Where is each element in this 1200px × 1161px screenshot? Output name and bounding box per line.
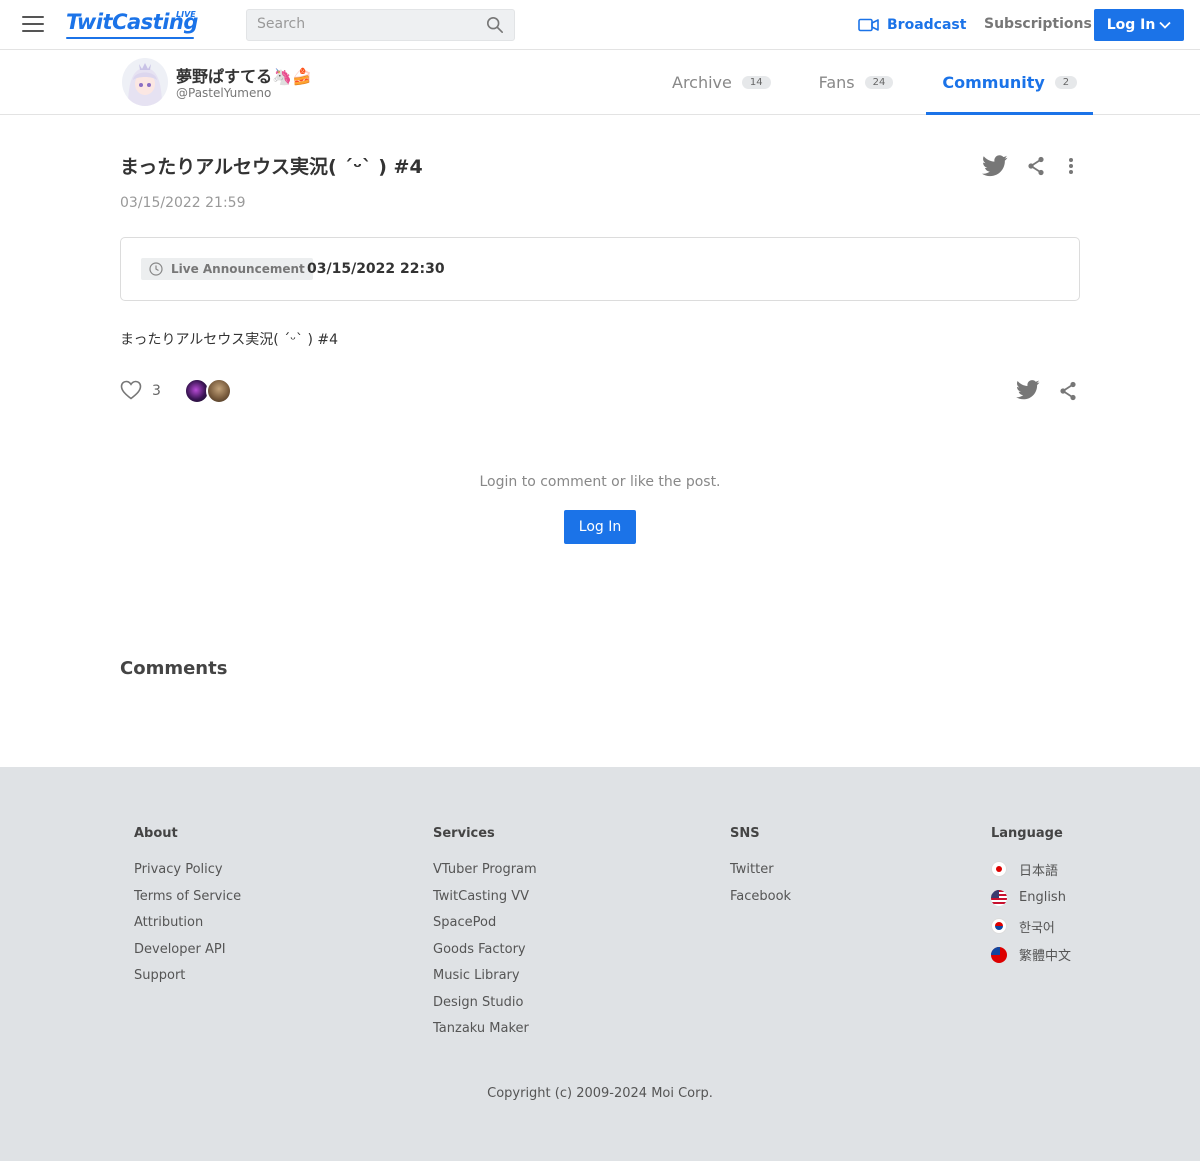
- tab-label: Fans: [818, 72, 855, 92]
- footer-link[interactable]: Support: [134, 968, 241, 995]
- live-announcement-label: Live Announcement: [171, 262, 305, 276]
- clock-icon: [149, 262, 163, 276]
- search-box: [246, 9, 515, 41]
- post-title: まったりアルセウス実況( ˊᵕˋ ) #4: [120, 156, 423, 178]
- header-login-button[interactable]: Log In: [1094, 9, 1184, 41]
- language-label: 繁體中文: [1019, 949, 1072, 965]
- post-date: 03/15/2022 21:59: [120, 195, 246, 211]
- avatar[interactable]: [122, 58, 168, 106]
- twitter-icon[interactable]: [982, 155, 1008, 177]
- logo-live-label: LIVE: [176, 10, 196, 19]
- search-input[interactable]: [257, 16, 477, 32]
- footer-link[interactable]: Music Library: [433, 968, 537, 995]
- footer-link[interactable]: Privacy Policy: [134, 862, 241, 889]
- footer-sns: SNS Twitter Facebook: [730, 826, 791, 915]
- tab-archive[interactable]: Archive 14: [656, 50, 787, 114]
- footer-about: About Privacy Policy Terms of Service At…: [134, 826, 241, 995]
- live-announcement-time: 03/15/2022 22:30: [307, 261, 445, 277]
- footer-link[interactable]: Attribution: [134, 915, 241, 942]
- footer-heading: Services: [433, 826, 495, 841]
- profile-bar: 夢野ぱすてる🦄🍰 @PastelYumeno Archive 14 Fans 2…: [0, 50, 1200, 115]
- post-actions: [982, 153, 1082, 179]
- broadcast-label: Broadcast: [887, 17, 967, 33]
- profile-tabs: Archive 14 Fans 24 Community 2: [656, 50, 1093, 115]
- language-label: 日本語: [1019, 863, 1059, 879]
- tab-count-badge: 2: [1054, 75, 1078, 89]
- live-announcement-card: Live Announcement 03/15/2022 22:30: [120, 237, 1080, 301]
- subscriptions-link[interactable]: Subscriptions: [984, 16, 1092, 32]
- footer-link[interactable]: Twitter: [730, 862, 791, 889]
- footer-language: Language 日本語 English 한국어 繁體中文: [991, 826, 1071, 969]
- taiwan-flag-icon: [991, 946, 1007, 963]
- footer-link[interactable]: Developer API: [134, 942, 241, 969]
- login-prompt-text: Login to comment or like the post.: [479, 474, 721, 490]
- more-options-icon[interactable]: [1068, 157, 1074, 175]
- footer-link[interactable]: Goods Factory: [433, 942, 537, 969]
- logo-underline: [66, 37, 194, 39]
- tab-fans[interactable]: Fans 24: [803, 50, 910, 114]
- search-icon[interactable]: [486, 16, 504, 34]
- share-icon[interactable]: [1027, 156, 1045, 176]
- broadcast-button[interactable]: Broadcast: [858, 15, 966, 35]
- footer-link[interactable]: SpacePod: [433, 915, 537, 942]
- footer-link[interactable]: TwitCasting VV: [433, 889, 537, 916]
- tab-count-badge: 24: [864, 75, 894, 89]
- footer-services: Services VTuber Program TwitCasting VV S…: [433, 826, 537, 1048]
- comments-heading: Comments: [120, 658, 228, 679]
- footer: About Privacy Policy Terms of Service At…: [0, 767, 1200, 1161]
- twitcasting-logo[interactable]: TwitCasting LIVE: [66, 10, 198, 40]
- heart-icon[interactable]: [120, 380, 142, 400]
- copyright-text: Copyright (c) 2009-2024 Moi Corp.: [487, 1086, 713, 1101]
- language-option-ja[interactable]: 日本語: [991, 855, 1071, 884]
- language-label: 한국어: [1019, 920, 1055, 936]
- profile-handle: @PastelYumeno: [176, 86, 272, 100]
- menu-icon[interactable]: [22, 16, 44, 34]
- language-option-ko[interactable]: 한국어: [991, 912, 1071, 941]
- tab-label: Community: [942, 72, 1045, 92]
- post-body: まったりアルセウス実況( ˊᵕˋ ) #4: [120, 332, 339, 348]
- footer-heading: About: [134, 826, 178, 841]
- japan-flag-icon: [991, 861, 1007, 878]
- language-option-en[interactable]: English: [991, 884, 1071, 913]
- language-option-zh-tw[interactable]: 繁體中文: [991, 941, 1071, 970]
- footer-link[interactable]: Facebook: [730, 889, 791, 916]
- tab-community[interactable]: Community 2: [926, 50, 1093, 115]
- live-announcement-badge: Live Announcement: [141, 258, 313, 280]
- share-icon[interactable]: [1059, 381, 1077, 401]
- header-login-label: Log In: [1106, 17, 1156, 33]
- footer-link[interactable]: Design Studio: [433, 995, 537, 1022]
- liker-avatar[interactable]: [206, 378, 232, 404]
- post-reactions: 3: [120, 377, 1080, 407]
- chevron-down-icon: [1159, 21, 1171, 29]
- footer-heading: Language: [991, 826, 1063, 841]
- korea-flag-icon: [991, 918, 1007, 935]
- login-button[interactable]: Log In: [564, 510, 636, 544]
- us-flag-icon: [991, 889, 1007, 906]
- twitter-icon[interactable]: [1016, 380, 1040, 400]
- top-navbar: TwitCasting LIVE Broadcast Subscriptions…: [0, 0, 1200, 50]
- like-count: 3: [152, 383, 161, 399]
- post-share-actions: [1016, 377, 1080, 405]
- tab-label: Archive: [672, 72, 732, 92]
- footer-link[interactable]: Tanzaku Maker: [433, 1021, 537, 1048]
- footer-link[interactable]: Terms of Service: [134, 889, 241, 916]
- footer-heading: SNS: [730, 826, 760, 841]
- profile-name[interactable]: 夢野ぱすてる🦄🍰: [176, 63, 312, 87]
- video-camera-icon: [858, 18, 879, 32]
- footer-link[interactable]: VTuber Program: [433, 862, 537, 889]
- tab-count-badge: 14: [741, 75, 771, 89]
- language-label: English: [1019, 890, 1066, 906]
